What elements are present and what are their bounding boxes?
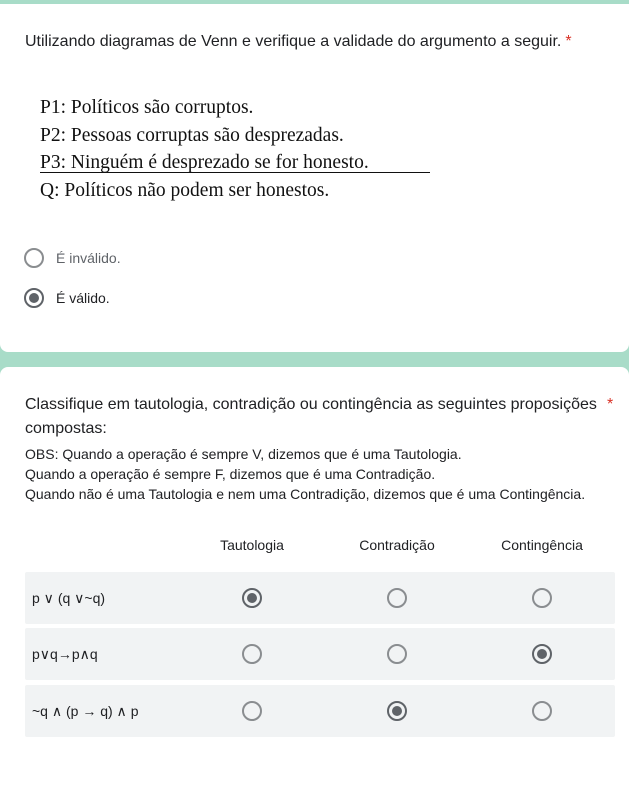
option-label: É válido. bbox=[56, 290, 110, 306]
radio-checked-icon[interactable] bbox=[242, 588, 262, 608]
radio-checked-icon[interactable] bbox=[532, 644, 552, 664]
premise-p2: P2: Pessoas corruptas são desprezadas. bbox=[40, 124, 344, 146]
question-title: Utilizando diagramas de Venn e verifique… bbox=[25, 30, 609, 54]
obs-line: Quando a operação é sempre F, dizemos qu… bbox=[25, 466, 436, 482]
premise-divider bbox=[40, 172, 430, 173]
option-valid[interactable]: É válido. bbox=[24, 286, 110, 310]
radio-unchecked-icon[interactable] bbox=[532, 588, 552, 608]
grid-row-3: ~q ∧ (p → q) ∧ p bbox=[25, 685, 615, 737]
argument-premises: P1: Políticos são corruptos. P2: Pessoas… bbox=[40, 94, 369, 204]
required-asterisk: * bbox=[565, 33, 572, 50]
row-label: p∨q→p∧q bbox=[32, 646, 98, 662]
option-label: É inválido. bbox=[56, 250, 121, 266]
radio-unchecked-icon[interactable] bbox=[242, 644, 262, 664]
question-description: OBS: Quando a operação é sempre V, dizem… bbox=[25, 444, 614, 504]
required-asterisk: * bbox=[607, 396, 614, 413]
radio-checked-icon[interactable] bbox=[387, 701, 407, 721]
radio-checked-icon[interactable] bbox=[24, 288, 44, 308]
question-title-text: Classifique em tautologia, contradição o… bbox=[25, 396, 597, 437]
grid-row-2: p∨q→p∧q bbox=[25, 628, 615, 680]
obs-line: OBS: Quando a operação é sempre V, dizem… bbox=[25, 446, 462, 462]
row-label: ~q ∧ (p → q) ∧ p bbox=[32, 703, 139, 719]
radio-unchecked-icon[interactable] bbox=[242, 701, 262, 721]
question-title: Classifique em tautologia, contradição o… bbox=[25, 393, 617, 441]
row-label: p ∨ (q ∨~q) bbox=[32, 590, 106, 606]
radio-unchecked-icon[interactable] bbox=[387, 588, 407, 608]
column-header-contradicao: Contradição bbox=[359, 537, 435, 553]
premise-p1: P1: Políticos são corruptos. bbox=[40, 97, 254, 118]
option-invalid[interactable]: É inválido. bbox=[24, 246, 121, 270]
column-header-contingencia: Contingência bbox=[501, 537, 583, 553]
radio-unchecked-icon[interactable] bbox=[387, 644, 407, 664]
conclusion-q: Q: Políticos não podem ser honestos. bbox=[40, 179, 330, 201]
grid-row-1: p ∨ (q ∨~q) bbox=[25, 572, 615, 624]
question-title-text: Utilizando diagramas de Venn e verifique… bbox=[25, 33, 562, 50]
obs-line: Quando não é uma Tautologia e nem uma Co… bbox=[25, 486, 586, 502]
radio-unchecked-icon[interactable] bbox=[532, 701, 552, 721]
radio-unchecked-icon[interactable] bbox=[24, 248, 44, 268]
column-header-tautologia: Tautologia bbox=[220, 537, 284, 553]
